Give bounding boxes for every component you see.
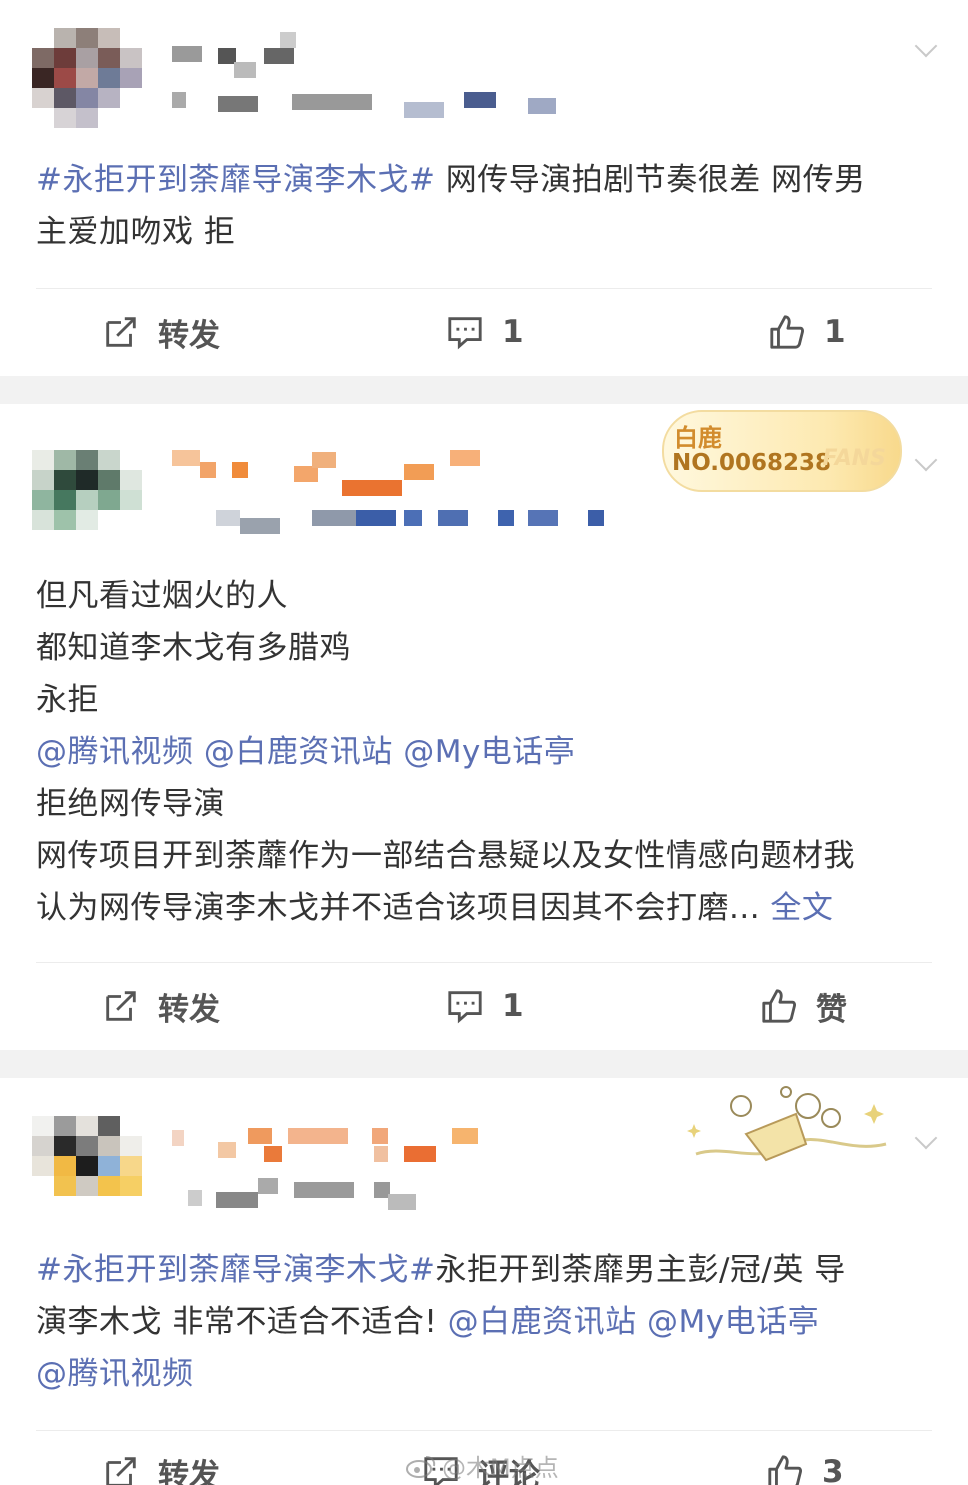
comment-icon — [448, 991, 482, 1024]
topic-link[interactable]: #永拒开到荼靡导演李木戈# — [36, 1252, 435, 1288]
watermark: @木M点点 — [406, 1448, 559, 1483]
repost-icon — [106, 317, 136, 347]
weibo-logo-icon — [406, 1455, 436, 1478]
action-bar: 转发 1 1 — [0, 302, 968, 362]
like-button[interactable]: 1 — [768, 302, 846, 362]
avatar[interactable] — [32, 28, 142, 128]
fan-badge[interactable]: 白鹿 NO.0068238 FANS — [662, 410, 902, 492]
flower-decoration-icon — [687, 1086, 887, 1162]
like-icon — [768, 1455, 802, 1485]
chevron-down-icon[interactable] — [914, 1126, 938, 1150]
mention-link[interactable]: @腾讯视频 — [36, 1356, 194, 1392]
chevron-down-icon[interactable] — [914, 448, 938, 472]
repost-icon — [106, 991, 136, 1021]
post-text: 但凡看过烟火的人 都知道李木戈有多腊鸡 永拒 @腾讯视频 @白鹿资讯站 @My电… — [36, 570, 932, 934]
chevron-down-icon[interactable] — [914, 34, 938, 58]
comment-button[interactable]: 1 — [446, 302, 524, 362]
like-button[interactable]: 3 — [766, 1442, 844, 1485]
post-text: #永拒开到荼靡导演李木戈#永拒开到荼靡男主彭/冠/英 导 演李木戈 非常不适合不… — [36, 1252, 846, 1392]
like-button[interactable]: 赞 — [760, 976, 847, 1036]
post-card-1: #永拒开到荼靡导演李木戈# 网传导演拍剧节奏很差 网传男 主爱加吻戏 拒 转发 … — [0, 0, 968, 376]
comment-icon — [448, 317, 482, 350]
mention-links[interactable]: @腾讯视频 @白鹿资讯站 @My电话亭 — [36, 726, 932, 778]
divider — [36, 962, 932, 963]
repost-button[interactable]: 转发 — [102, 1442, 220, 1485]
divider — [36, 1430, 932, 1431]
like-icon — [762, 989, 796, 1023]
read-more-link[interactable]: 全文 — [770, 890, 833, 926]
action-bar: 转发 1 赞 — [0, 976, 968, 1036]
post-card-2: 白鹿 NO.0068238 FANS 但凡看过烟火的人 都知道李木戈有多腊鸡 永… — [0, 404, 968, 1050]
post-card-3: #永拒开到荼靡导演李木戈#永拒开到荼靡男主彭/冠/英 导 演李木戈 非常不适合不… — [0, 1078, 968, 1485]
avatar[interactable] — [32, 1102, 142, 1202]
divider — [36, 288, 932, 289]
repost-button[interactable]: 转发 — [102, 976, 220, 1036]
avatar[interactable] — [32, 434, 142, 534]
repost-icon — [106, 1457, 136, 1485]
topic-link[interactable]: #永拒开到荼靡导演李木戈# — [36, 162, 435, 198]
repost-button[interactable]: 转发 — [102, 302, 220, 362]
like-icon — [770, 315, 804, 349]
mention-links[interactable]: @白鹿资讯站 @My电话亭 — [448, 1304, 819, 1340]
post-text: #永拒开到荼靡导演李木戈# 网传导演拍剧节奏很差 网传男 主爱加吻戏 拒 — [36, 162, 866, 250]
comment-button[interactable]: 1 — [446, 976, 524, 1036]
